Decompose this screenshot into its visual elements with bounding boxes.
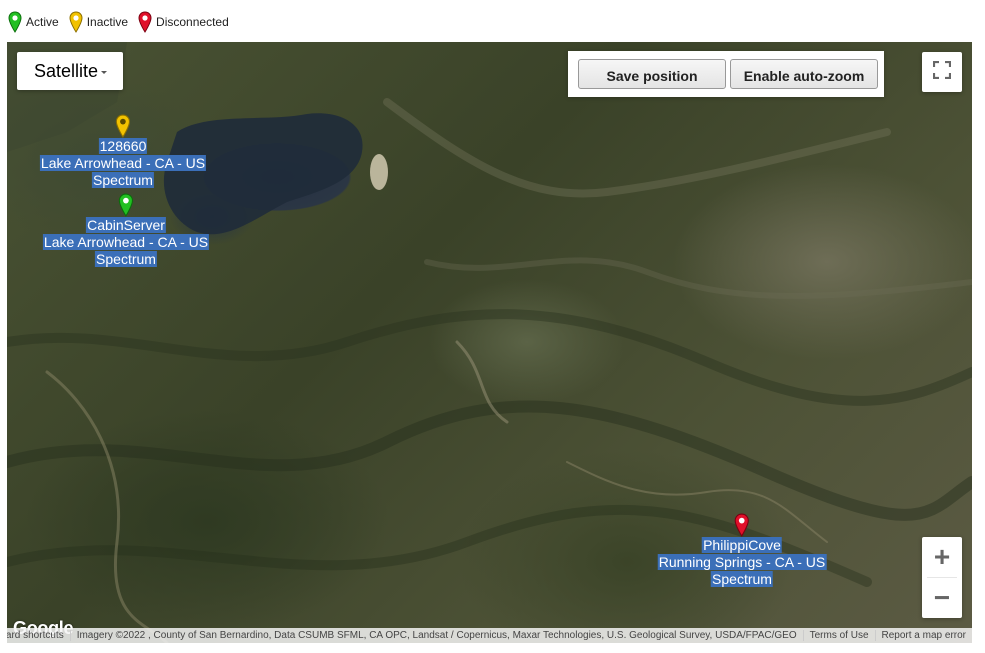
map-legend: Active Inactive Disconnected	[8, 10, 233, 34]
imagery-credits: Imagery ©2022 , County of San Bernardino…	[76, 630, 797, 641]
map-type-control[interactable]: Satellite	[17, 52, 124, 90]
device-marker-128660[interactable]: 128660 Lake Arrowhead - CA - US Spectrum	[39, 114, 207, 189]
device-marker-cabinserver[interactable]: CabinServer Lake Arrowhead - CA - US Spe…	[42, 193, 210, 268]
legend-item-disconnected: Disconnected	[138, 11, 229, 33]
terms-of-use-link[interactable]: Terms of Use	[804, 630, 875, 641]
map-action-buttons: Save position Enable auto-zoom	[568, 51, 884, 97]
map-type-label: Satellite	[34, 60, 99, 81]
red-pin-icon	[138, 11, 152, 33]
yellow-pin-icon	[69, 11, 83, 33]
zoom-out-button[interactable]: −	[922, 578, 962, 618]
device-marker-philippicove[interactable]: PhilippiCove Running Springs - CA - US S…	[657, 513, 827, 588]
marker-provider: Spectrum	[711, 571, 773, 587]
keyboard-shortcuts-link[interactable]: Keyboard shortcuts	[7, 630, 70, 641]
marker-name: CabinServer	[86, 217, 166, 233]
green-pin-icon	[8, 11, 22, 33]
red-pin-icon	[658, 513, 827, 537]
enable-auto-zoom-button[interactable]: Enable auto-zoom	[730, 59, 878, 89]
zoom-control: + −	[922, 537, 962, 618]
map-attribution-bar: Keyboard shortcuts Imagery ©2022 , Count…	[7, 628, 972, 643]
fullscreen-icon	[932, 60, 952, 84]
green-pin-icon	[43, 193, 209, 217]
marker-provider: Spectrum	[92, 172, 154, 188]
marker-provider: Spectrum	[95, 251, 157, 267]
legend-item-inactive: Inactive	[69, 11, 128, 33]
marker-location: Lake Arrowhead - CA - US	[42, 234, 210, 250]
marker-location: Lake Arrowhead - CA - US	[39, 155, 207, 171]
satellite-map[interactable]: Satellite Save position Enable auto-zoom…	[7, 42, 972, 643]
marker-name: 128660	[98, 138, 148, 154]
dropdown-caret-icon	[101, 70, 108, 74]
legend-item-active: Active	[8, 11, 59, 33]
save-position-button[interactable]: Save position	[578, 59, 726, 89]
zoom-in-button[interactable]: +	[922, 537, 962, 577]
attribution-strip: Keyboard shortcuts Imagery ©2022 , Count…	[7, 628, 972, 643]
report-map-error-link[interactable]: Report a map error	[876, 630, 972, 641]
legend-label-active: Active	[26, 15, 59, 29]
legend-label-inactive: Inactive	[86, 15, 129, 29]
yellow-pin-icon	[40, 114, 206, 138]
marker-location: Running Springs - CA - US	[657, 554, 827, 570]
fullscreen-button[interactable]	[922, 52, 962, 92]
marker-name: PhilippiCove	[702, 537, 782, 553]
legend-label-disconnected: Disconnected	[156, 15, 229, 29]
